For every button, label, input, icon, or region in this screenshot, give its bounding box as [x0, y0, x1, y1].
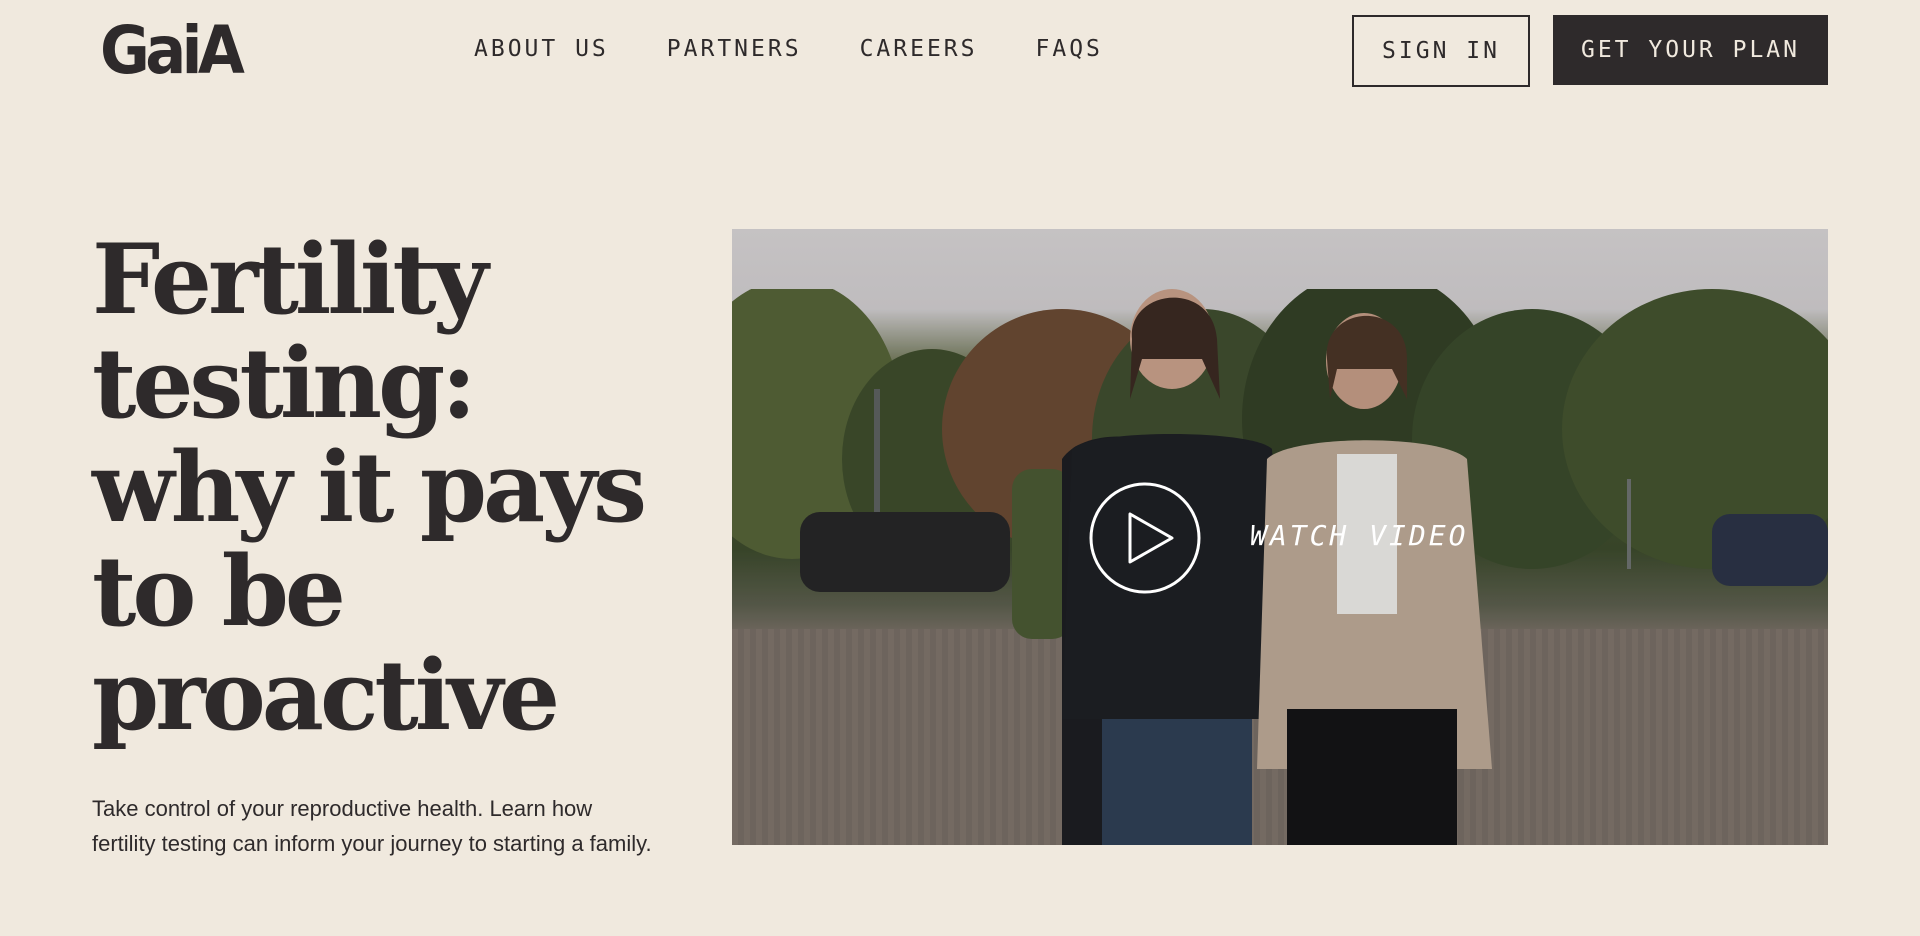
brand-logo[interactable]: GaiA — [100, 16, 245, 86]
nav-faqs[interactable]: FAQS — [1036, 34, 1103, 64]
play-icon[interactable] — [1088, 481, 1202, 595]
watch-video-label[interactable]: WATCH VIDEO — [1250, 519, 1468, 552]
get-your-plan-button[interactable]: GET YOUR PLAN — [1553, 15, 1828, 85]
hero-title-line: proactive — [92, 639, 560, 752]
hero-title-line: Fertility — [92, 223, 488, 336]
site-header: GaiA ABOUT US PARTNERS CAREERS FAQS SIGN… — [0, 0, 1920, 100]
nav-about-us[interactable]: ABOUT US — [474, 34, 609, 64]
hero-title: Fertility testing: why it pays to be pro… — [92, 228, 672, 748]
sign-in-button[interactable]: SIGN IN — [1352, 15, 1530, 87]
nav-careers[interactable]: CAREERS — [860, 34, 978, 64]
main-nav: ABOUT US PARTNERS CAREERS FAQS — [474, 34, 1103, 64]
hero-subtitle: Take control of your reproductive health… — [92, 796, 652, 856]
nav-partners[interactable]: PARTNERS — [667, 34, 802, 64]
hero-title-line: why it pays — [92, 431, 647, 544]
hero-title-line: testing: — [92, 327, 477, 440]
hero-title-line: to be — [92, 535, 346, 648]
